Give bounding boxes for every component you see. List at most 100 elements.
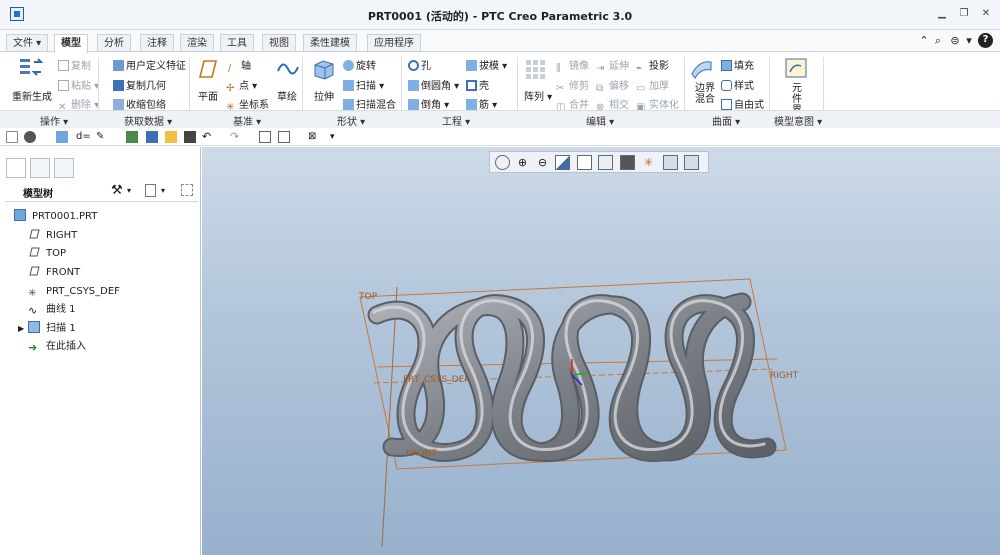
group-label-model-intent[interactable]: 模型意图 ▾	[774, 113, 822, 128]
style-button[interactable]: 样式	[721, 77, 754, 92]
fill-button[interactable]: 填充	[721, 57, 754, 72]
copy-button[interactable]: 复制	[58, 57, 91, 72]
customize-toolbar-icon[interactable]: ▾	[330, 131, 342, 143]
sweep-icon	[343, 80, 354, 91]
redo-icon[interactable]: ↷	[230, 131, 242, 143]
revolve-button[interactable]: 旋转	[343, 57, 376, 72]
pattern-button[interactable]: 阵列 ▾	[524, 88, 552, 103]
rib-button[interactable]: 筋 ▾	[466, 96, 497, 111]
paste-button[interactable]: 粘贴 ▾	[58, 77, 99, 92]
regenerate-small-icon[interactable]	[259, 131, 271, 143]
folder-browser-tab[interactable]	[30, 158, 50, 178]
round-button[interactable]: 倒圆角 ▾	[408, 77, 459, 92]
tree-item-sweep[interactable]: ▶ 扫描 1	[18, 321, 76, 337]
chamfer-button[interactable]: 倒角 ▾	[408, 96, 449, 111]
close-window-icon[interactable]: ⊠	[308, 131, 320, 143]
sweep-button[interactable]: 扫描 ▾	[343, 77, 384, 92]
tree-item-curve[interactable]: ∿ 曲线 1	[28, 302, 76, 318]
help-icon[interactable]: ?	[978, 33, 993, 48]
model-tree-tab[interactable]	[6, 158, 26, 178]
csys-icon: ✳	[28, 288, 37, 299]
draft-button[interactable]: 拔模 ▾	[466, 57, 507, 72]
shell-button[interactable]: 壳	[466, 77, 489, 92]
boundary-blend-button[interactable]: 边界混合	[692, 83, 718, 105]
undo-icon[interactable]: ↶	[202, 131, 214, 143]
sketch-button[interactable]: 草绘	[277, 88, 297, 103]
expand-arrow-icon[interactable]: ▶	[18, 324, 24, 333]
tab-annotate[interactable]: 注释	[140, 34, 174, 52]
windows-icon[interactable]	[278, 131, 290, 143]
regenerate-button[interactable]: 重新生成	[12, 88, 52, 103]
group-label-editing[interactable]: 编辑 ▾	[586, 113, 614, 128]
component-interface-icon	[785, 58, 807, 78]
datum-label-top: TOP	[359, 292, 378, 302]
open-folder-icon[interactable]	[165, 131, 177, 143]
extrude-icon	[314, 60, 334, 80]
copy-geometry-button[interactable]: 复制几何	[113, 77, 166, 92]
tab-file[interactable]: 文件 ▾	[6, 34, 49, 52]
tab-tools[interactable]: 工具	[220, 34, 254, 52]
model-display-icon[interactable]	[126, 131, 138, 143]
pencil-icon[interactable]: ✎	[96, 131, 108, 143]
swept-blend-button[interactable]: 扫描混合	[343, 96, 396, 111]
group-label-datum[interactable]: 基准 ▾	[233, 113, 261, 128]
swept-blend-icon	[343, 99, 354, 110]
settings-icon[interactable]: ⚒	[111, 183, 123, 198]
group-label-surfaces[interactable]: 曲面 ▾	[712, 113, 740, 128]
boundary-blend-icon	[691, 61, 712, 79]
close-icon[interactable]: ✕	[978, 6, 994, 22]
point-button[interactable]: ✢ 点 ▾	[226, 77, 257, 94]
tab-applications[interactable]: 应用程序	[367, 34, 421, 52]
tab-analysis[interactable]: 分析	[97, 34, 131, 52]
dropdown-icon[interactable]: ▾	[962, 34, 976, 48]
tab-render[interactable]: 渲染	[180, 34, 214, 52]
project-icon: ⌁	[636, 63, 643, 74]
freestyle-button[interactable]: 自由式	[721, 96, 764, 111]
appearance-icon[interactable]	[24, 131, 36, 143]
tab-model[interactable]: 模型	[54, 34, 88, 53]
minimize-icon[interactable]: ▁	[934, 6, 950, 22]
settings-dropdown-icon[interactable]: ▾	[127, 186, 131, 195]
axis-button[interactable]: ∕ 轴	[228, 57, 251, 74]
relations-icon[interactable]: d=	[76, 131, 91, 143]
chevron-up-icon[interactable]: ⌃	[917, 34, 931, 48]
show-dropdown-icon[interactable]: ▾	[161, 186, 165, 195]
tree-item-top[interactable]: TOP	[28, 246, 66, 262]
project-button[interactable]: ⌁ 投影	[636, 57, 669, 74]
show-icon[interactable]	[145, 184, 156, 197]
tree-item-right[interactable]: RIGHT	[28, 228, 77, 244]
hierarchy-icon[interactable]	[146, 131, 158, 143]
plane-button[interactable]: 平面	[198, 88, 218, 103]
mirror-button[interactable]: ⫼ 镜像	[556, 57, 589, 74]
shrinkwrap-icon	[113, 99, 124, 110]
group-label-engineering[interactable]: 工程 ▾	[442, 113, 470, 128]
offset-button[interactable]: ⧉ 偏移	[596, 77, 629, 94]
shrinkwrap-button[interactable]: 收缩包络	[113, 96, 166, 111]
cube-icon[interactable]	[56, 131, 68, 143]
graphics-window[interactable]: ⊕ ⊖ ✳ TOP RIGHT FRONT PRT_CSYS_DEF	[202, 147, 1000, 555]
tree-item-front[interactable]: FRONT	[28, 265, 80, 281]
filter-icon[interactable]	[181, 184, 193, 196]
tree-item-insert-here[interactable]: ➜ 在此插入	[28, 339, 86, 355]
group-label-operations[interactable]: 操作 ▾	[40, 113, 68, 128]
udf-button[interactable]: 用户定义特征	[113, 57, 186, 72]
hole-icon	[408, 60, 419, 71]
tab-flexible-modeling[interactable]: 柔性建模	[303, 34, 357, 52]
community-icon[interactable]: ⊜	[948, 34, 962, 48]
new-icon[interactable]	[6, 131, 18, 143]
search-icon[interactable]: ⌕	[931, 34, 945, 48]
extend-button[interactable]: ⇥ 延伸	[596, 57, 629, 74]
restore-icon[interactable]: ❐	[956, 6, 972, 22]
trim-button[interactable]: ✂ 修剪	[556, 77, 589, 94]
group-label-get-data[interactable]: 获取数据 ▾	[124, 113, 172, 128]
favorites-tab[interactable]	[54, 158, 74, 178]
group-label-shapes[interactable]: 形状 ▾	[337, 113, 365, 128]
thicken-button[interactable]: ▭ 加厚	[636, 77, 669, 94]
tree-item-part[interactable]: PRT0001.PRT	[14, 209, 97, 225]
tab-view[interactable]: 视图	[262, 34, 296, 52]
extrude-button[interactable]: 拉伸	[314, 88, 334, 103]
hole-button[interactable]: 孔	[408, 57, 431, 72]
tree-item-csys[interactable]: ✳ PRT_CSYS_DEF	[28, 284, 120, 300]
extend-icon: ⇥	[596, 63, 605, 74]
save-icon[interactable]	[184, 131, 196, 143]
